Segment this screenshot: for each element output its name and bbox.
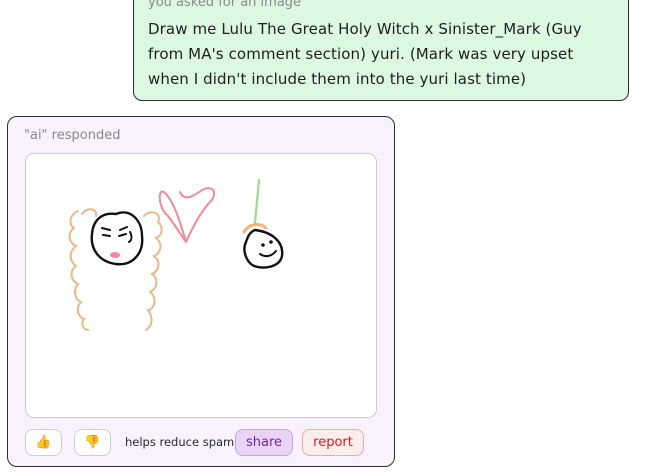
witch-nose-mark bbox=[128, 231, 133, 243]
witch-right-eye bbox=[118, 233, 127, 237]
onion-face bbox=[243, 228, 284, 269]
witch-hair-left bbox=[68, 210, 89, 331]
thumbs-down-button[interactable]: 👎 bbox=[74, 429, 111, 456]
heart bbox=[158, 187, 216, 243]
witch-right-brow bbox=[119, 226, 128, 231]
witch-hair-top bbox=[81, 208, 98, 217]
ai-response-caption: "ai" responded bbox=[24, 128, 121, 143]
thumbs-down-icon: 👎 bbox=[84, 435, 101, 450]
user-prompt-caption: you asked for an image bbox=[148, 0, 302, 10]
witch-hair-right bbox=[143, 211, 163, 331]
generated-image bbox=[25, 153, 377, 418]
onion-stem bbox=[253, 178, 261, 226]
onion-right-eye bbox=[269, 240, 273, 244]
helps-reduce-spam-text: helps reduce spam bbox=[125, 435, 235, 449]
report-button[interactable]: report bbox=[302, 429, 364, 456]
thumbs-up-icon: 👍 bbox=[35, 435, 52, 450]
witch-left-eye bbox=[102, 234, 111, 237]
share-button[interactable]: share bbox=[235, 429, 293, 456]
thumbs-up-button[interactable]: 👍 bbox=[25, 429, 62, 456]
onion-left-eye bbox=[261, 243, 265, 247]
user-prompt-text: Draw me Lulu The Great Holy Witch x Sini… bbox=[148, 20, 582, 88]
ai-response-card: "ai" responded 👍 👎 helps reduce spam sha… bbox=[7, 116, 395, 467]
hand-drawn-sketch bbox=[68, 178, 284, 331]
witch-left-brow bbox=[101, 227, 111, 231]
witch-mouth bbox=[110, 252, 120, 258]
onion-smile bbox=[259, 250, 277, 258]
user-prompt-bubble: you asked for an image Draw me Lulu The … bbox=[133, 0, 629, 101]
